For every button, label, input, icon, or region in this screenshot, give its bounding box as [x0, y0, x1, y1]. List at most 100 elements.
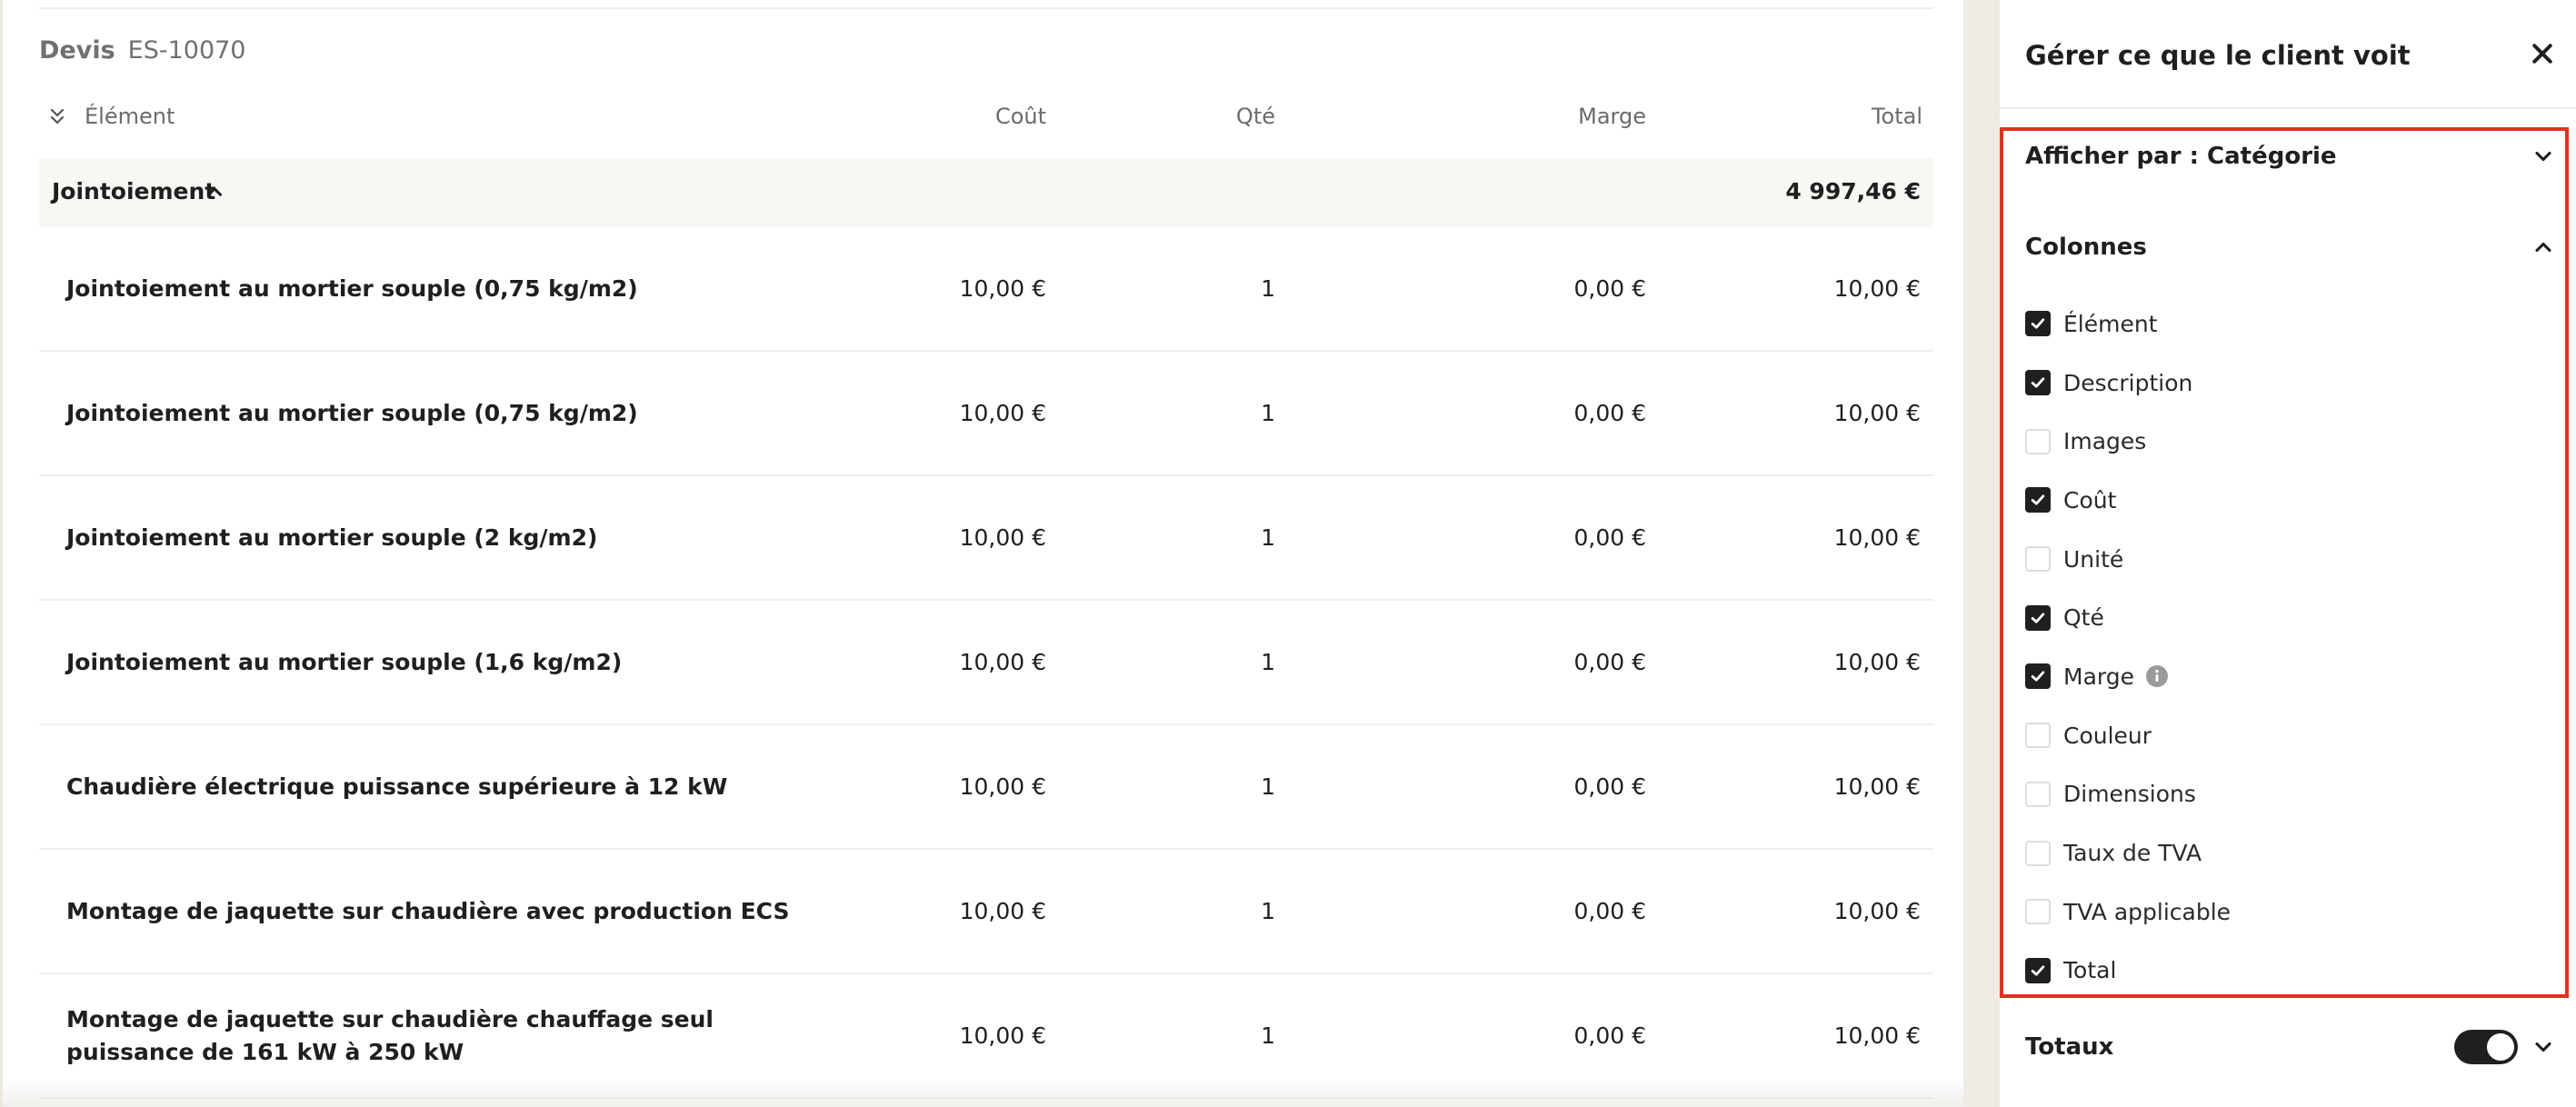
column-option[interactable]: Couleur	[2025, 706, 2534, 765]
checkbox-checked[interactable]	[2025, 957, 2051, 983]
checkbox-checked[interactable]	[2025, 487, 2051, 514]
column-option[interactable]: Description	[2025, 354, 2534, 413]
column-option[interactable]: Images	[2025, 412, 2534, 471]
column-option-label: Élément	[2063, 310, 2158, 337]
cell-element: Montage de jaquette sur chaudière avec p…	[66, 897, 790, 924]
column-option-label: Couleur	[2063, 722, 2152, 749]
checkbox-unchecked[interactable]	[2025, 899, 2051, 925]
column-option-label: Taux de TVA	[2063, 840, 2202, 867]
cell-marge: 0,00 €	[1573, 400, 1646, 426]
table-row[interactable]: Jointoiement au mortier souple (1,6 kg/m…	[39, 601, 1933, 725]
column-option-label: Dimensions	[2063, 781, 2196, 808]
checkbox-unchecked[interactable]	[2025, 428, 2051, 454]
column-option[interactable]: Marge	[2025, 647, 2534, 706]
cell-qte: 1	[1261, 524, 1275, 551]
close-icon[interactable]	[2529, 40, 2556, 67]
chevron-down-icon	[2531, 144, 2556, 169]
table-row[interactable]: Jointoiement au mortier souple (0,75 kg/…	[39, 227, 1933, 352]
cell-qte: 1	[1261, 1022, 1275, 1049]
column-option[interactable]: Qté	[2025, 588, 2534, 647]
category-name: Jointoiement	[52, 178, 216, 204]
checkbox-checked[interactable]	[2025, 311, 2051, 337]
quote-title: Devis ES-10070	[39, 36, 246, 65]
header-qte: Qté	[1235, 104, 1275, 129]
cell-qte: 1	[1261, 898, 1275, 924]
column-option-label: Images	[2063, 428, 2147, 455]
cell-marge: 0,00 €	[1573, 898, 1646, 924]
quote-label: Devis	[39, 36, 115, 65]
table-row[interactable]: Jointoiement au mortier souple (0,75 kg/…	[39, 352, 1933, 476]
column-option-label: Qté	[2063, 604, 2104, 632]
cell-element: Jointoiement au mortier souple (0,75 kg/…	[66, 399, 638, 426]
cell-marge: 0,00 €	[1573, 275, 1646, 302]
header-cout: Coût	[994, 104, 1046, 129]
quote-area: Devis ES-10070 Élément Coût Qté Marge To…	[0, 0, 1966, 1107]
checkbox-checked[interactable]	[2025, 604, 2051, 631]
table-row[interactable]: Chaudière électrique puissance supérieur…	[39, 725, 1933, 850]
category-row[interactable]: Jointoiement 4 997,46 €	[39, 158, 1933, 227]
column-option-label: Description	[2063, 369, 2193, 396]
totaux-section[interactable]: Totaux	[2025, 1029, 2556, 1065]
column-option-label: Coût	[2063, 486, 2117, 514]
cell-cout: 10,00 €	[959, 400, 1046, 426]
cell-total: 10,00 €	[1833, 773, 1921, 800]
column-option[interactable]: TVA applicable	[2025, 883, 2534, 942]
column-option-label: TVA applicable	[2063, 898, 2232, 925]
column-option[interactable]: Total	[2025, 942, 2534, 1001]
table-row[interactable]: Montage de jaquette sur chaudière avec p…	[39, 850, 1933, 974]
cell-cout: 10,00 €	[959, 649, 1046, 675]
cell-total: 10,00 €	[1833, 275, 1921, 302]
cell-marge: 0,00 €	[1573, 773, 1646, 800]
column-option-label: Total	[2063, 957, 2117, 984]
cell-total: 10,00 €	[1833, 400, 1921, 426]
checkbox-unchecked[interactable]	[2025, 840, 2051, 866]
toggle-knob	[2487, 1033, 2514, 1061]
cell-marge: 0,00 €	[1573, 524, 1646, 551]
client-view-panel: Gérer ce que le client voit Afficher par…	[2000, 0, 2576, 1107]
category-total: 4 997,46 €	[1785, 178, 1921, 204]
column-option[interactable]: Élément	[2025, 294, 2534, 354]
column-option[interactable]: Taux de TVA	[2025, 823, 2534, 883]
table-row[interactable]: Jointoiement au mortier souple (2 kg/m2)…	[39, 476, 1933, 601]
chevron-up-icon[interactable]	[203, 180, 226, 204]
column-option[interactable]: Coût	[2025, 471, 2534, 530]
panel-gutter	[1963, 0, 2000, 1107]
totaux-label: Totaux	[2025, 1033, 2114, 1061]
checkbox-unchecked[interactable]	[2025, 723, 2051, 749]
table-header: Élément Coût Qté Marge Total	[39, 95, 1933, 140]
cell-marge: 0,00 €	[1573, 649, 1646, 675]
chevron-down-icon[interactable]	[2531, 1034, 2556, 1060]
header-total: Total	[1871, 104, 1922, 129]
info-icon[interactable]	[2145, 664, 2169, 688]
quote-number: ES-10070	[127, 36, 246, 65]
cell-cout: 10,00 €	[959, 898, 1046, 924]
cell-marge: 0,00 €	[1573, 1022, 1646, 1049]
cell-total: 10,00 €	[1833, 898, 1921, 924]
expand-all-icon[interactable]	[46, 105, 68, 127]
cell-qte: 1	[1261, 275, 1275, 302]
checkbox-checked[interactable]	[2025, 663, 2051, 690]
cell-element: Jointoiement au mortier souple (0,75 kg/…	[66, 274, 638, 302]
checkbox-checked[interactable]	[2025, 370, 2051, 396]
cell-total: 10,00 €	[1833, 524, 1921, 551]
cell-total: 10,00 €	[1833, 649, 1921, 675]
cell-cout: 10,00 €	[959, 1022, 1046, 1049]
column-option[interactable]: Dimensions	[2025, 765, 2534, 824]
cell-element: Montage de jaquette sur chaudière chauff…	[66, 1005, 714, 1065]
columns-section-toggle[interactable]: Colonnes	[2025, 229, 2556, 265]
cell-cout: 10,00 €	[959, 524, 1046, 551]
totaux-controls	[2454, 1030, 2556, 1064]
cell-qte: 1	[1261, 773, 1275, 800]
panel-title: Gérer ce que le client voit	[2025, 40, 2411, 71]
checkbox-unchecked[interactable]	[2025, 781, 2051, 807]
totaux-toggle[interactable]	[2454, 1030, 2518, 1064]
columns-title: Colonnes	[2025, 234, 2147, 261]
bottom-shadow	[3, 1080, 1966, 1107]
header-marge: Marge	[1578, 104, 1646, 129]
column-option[interactable]: Unité	[2025, 530, 2534, 589]
display-by-dropdown[interactable]: Afficher par : Catégorie	[2025, 138, 2556, 175]
cell-total: 10,00 €	[1833, 1022, 1921, 1049]
cell-element: Jointoiement au mortier souple (1,6 kg/m…	[66, 648, 623, 675]
top-divider	[39, 7, 1933, 9]
checkbox-unchecked[interactable]	[2025, 546, 2051, 573]
